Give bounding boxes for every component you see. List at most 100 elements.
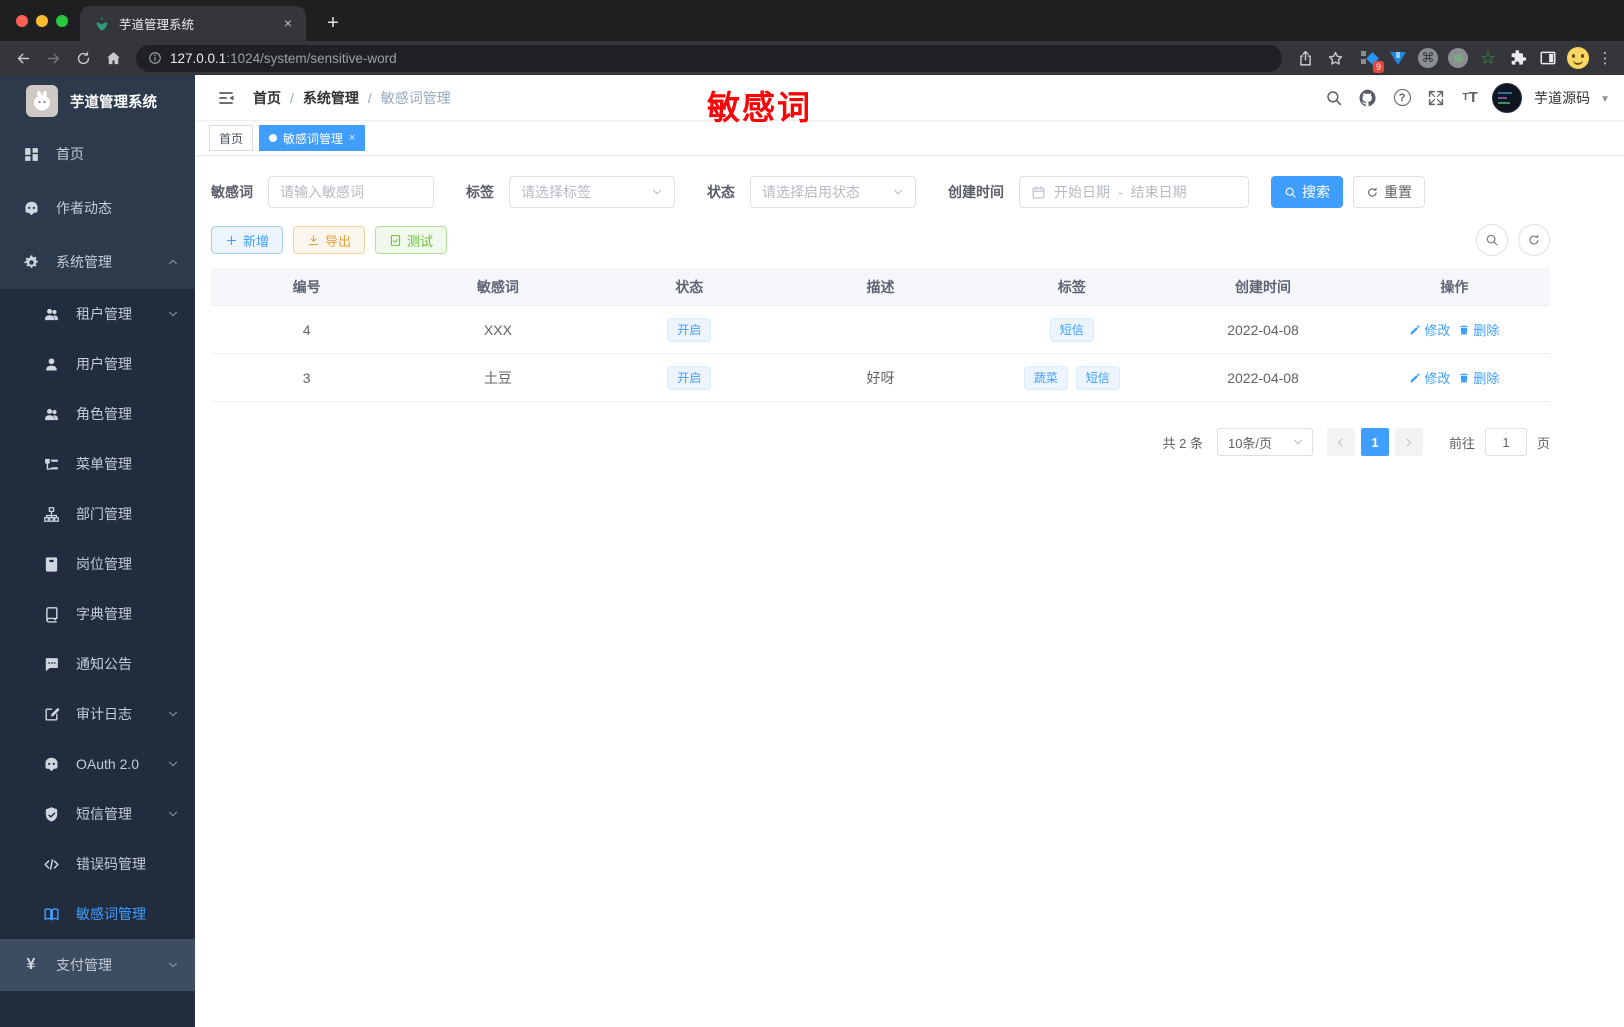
sidebar-item-audit-log[interactable]: 审计日志 [0, 689, 195, 739]
sidebar-item-sms[interactable]: 短信管理 [0, 789, 195, 839]
edit-log-icon [42, 705, 60, 723]
edit-button[interactable]: 修改 [1409, 368, 1450, 387]
reset-button[interactable]: 重置 [1353, 176, 1425, 208]
delete-button[interactable]: 删除 [1458, 320, 1499, 339]
extensions-puzzle-icon[interactable] [1506, 46, 1530, 70]
tag-select[interactable]: 请选择标签 [509, 176, 675, 208]
status-label: 状态 [707, 184, 735, 200]
search-icon[interactable] [1322, 86, 1346, 110]
sidebar-item-role[interactable]: 角色管理 [0, 389, 195, 439]
sidebar-item-label: 首页 [56, 146, 84, 162]
extension-star-icon[interactable]: ☆ [1476, 46, 1500, 70]
browser-chrome: 芋道管理系统 × + 127.0.0.1:1024/system/sensiti… [0, 0, 1624, 75]
extension-record-icon[interactable] [1446, 46, 1470, 70]
sidebar-item-label: 租户管理 [76, 306, 132, 322]
sidebar-item-tenant[interactable]: 租户管理 [0, 289, 195, 339]
page-content: 敏感词 标签 请选择标签 状态 请选择启用状态 [195, 156, 1624, 456]
breadcrumb-item[interactable]: 首页 [253, 88, 281, 108]
sidebar-item-user[interactable]: 用户管理 [0, 339, 195, 389]
cell-id: 4 [302, 321, 311, 338]
user-name[interactable]: 芋道源码 [1534, 88, 1590, 108]
share-icon[interactable] [1292, 45, 1318, 71]
sidebar-item-label: OAuth 2.0 [76, 756, 140, 772]
app-logo[interactable]: 芋道管理系统 [0, 75, 195, 127]
chevron-down-icon [167, 758, 179, 770]
cell-word: 土豆 [483, 369, 512, 386]
tag-label: 敏感词管理 [283, 131, 344, 146]
side-panel-icon[interactable] [1536, 46, 1560, 70]
sidebar-item-author-news[interactable]: 作者动态 [0, 181, 195, 235]
org-icon [42, 505, 60, 523]
bookmark-star-icon[interactable] [1322, 45, 1348, 71]
help-icon[interactable]: ? [1390, 86, 1414, 110]
test-button[interactable]: 测试 [375, 226, 448, 254]
page-button-1[interactable]: 1 [1360, 428, 1389, 456]
home-icon[interactable] [100, 45, 126, 71]
sidebar-item-post[interactable]: 岗位管理 [0, 539, 195, 589]
search-button[interactable]: 搜索 [1271, 176, 1343, 208]
sidebar-item-payment[interactable]: ¥ 支付管理 [0, 939, 195, 991]
github-icon[interactable] [1356, 86, 1380, 110]
sidebar-item-error-code[interactable]: 错误码管理 [0, 839, 195, 889]
extension-command-icon[interactable]: ⌘ [1416, 46, 1440, 70]
tag-view-首页[interactable]: 首页 [209, 125, 254, 151]
close-icon[interactable]: × [349, 132, 355, 144]
close-window-button[interactable] [16, 15, 28, 27]
prev-page-button[interactable] [1326, 428, 1355, 456]
dashboard-icon [22, 145, 40, 163]
page-unit-label: 页 [1536, 435, 1550, 451]
sidebar-item-notice[interactable]: 通知公告 [0, 639, 195, 689]
tab-title: 芋道管理系统 [119, 18, 195, 32]
forward-icon[interactable] [40, 45, 66, 71]
sidebar-item-sensitive-word[interactable]: 敏感词管理 [0, 889, 195, 939]
fullscreen-icon[interactable] [1424, 86, 1448, 110]
zoom-window-button[interactable] [56, 15, 68, 27]
cell-ops: 修改 删除 [1359, 368, 1550, 387]
date-end-placeholder: 结束日期 [1130, 184, 1187, 200]
breadcrumb-item[interactable]: 系统管理 [303, 88, 359, 108]
sidebar-item-oauth2[interactable]: OAuth 2.0 [0, 739, 195, 789]
logo-rabbit-image [26, 85, 58, 117]
status-tag: 开启 [667, 317, 712, 342]
date-range-picker[interactable]: 开始日期 - 结束日期 [1019, 176, 1249, 208]
back-icon[interactable] [10, 45, 36, 71]
next-page-button[interactable] [1394, 428, 1423, 456]
tag-view-敏感词管理[interactable]: 敏感词管理 × [259, 125, 366, 151]
keyword-label: 敏感词 [211, 184, 253, 200]
status-select[interactable]: 请选择启用状态 [750, 176, 916, 208]
search-toggle-button[interactable] [1476, 224, 1508, 256]
chevron-down-icon[interactable]: ▼ [1600, 94, 1610, 105]
tab-close-icon[interactable]: × [280, 15, 296, 32]
sidebar-collapse-icon[interactable] [209, 81, 243, 115]
sidebar-item-dept[interactable]: 部门管理 [0, 489, 195, 539]
refresh-button[interactable] [1518, 224, 1550, 256]
sidebar-item-menu[interactable]: 菜单管理 [0, 439, 195, 489]
breadcrumb-separator: / [367, 89, 372, 106]
goto-page-input[interactable] [1484, 428, 1527, 456]
user-avatar[interactable] [1492, 82, 1523, 113]
browser-menu-icon[interactable]: ⋮ [1596, 49, 1614, 67]
extension-funnel-icon[interactable] [1386, 46, 1410, 70]
new-tab-button[interactable]: + [320, 12, 346, 35]
delete-button[interactable]: 删除 [1458, 368, 1499, 387]
font-size-icon[interactable]: TT [1458, 86, 1482, 110]
keyword-input[interactable] [280, 184, 422, 200]
column-header: 编号 [292, 278, 321, 295]
extension-grid-icon[interactable]: 9 [1356, 46, 1384, 73]
add-button[interactable]: 新增 [211, 226, 284, 254]
site-info-icon[interactable] [148, 51, 162, 65]
sidebar-item-home[interactable]: 首页 [0, 127, 195, 181]
window-controls[interactable] [16, 15, 68, 27]
reload-icon[interactable] [70, 45, 96, 71]
page-size-select[interactable]: 10条/页 [1216, 428, 1313, 456]
browser-tab[interactable]: 芋道管理系统 × [80, 6, 306, 41]
robot-chat-icon [22, 199, 40, 217]
export-button[interactable]: 导出 [293, 226, 366, 254]
edit-button[interactable]: 修改 [1409, 320, 1450, 339]
sidebar-item-dict[interactable]: 字典管理 [0, 589, 195, 639]
chevron-down-icon [167, 808, 179, 820]
minimize-window-button[interactable] [36, 15, 48, 27]
sidebar-item-system[interactable]: 系统管理 [0, 235, 195, 289]
url-bar[interactable]: 127.0.0.1:1024/system/sensitive-word [136, 44, 1282, 72]
profile-avatar[interactable] [1566, 46, 1590, 70]
